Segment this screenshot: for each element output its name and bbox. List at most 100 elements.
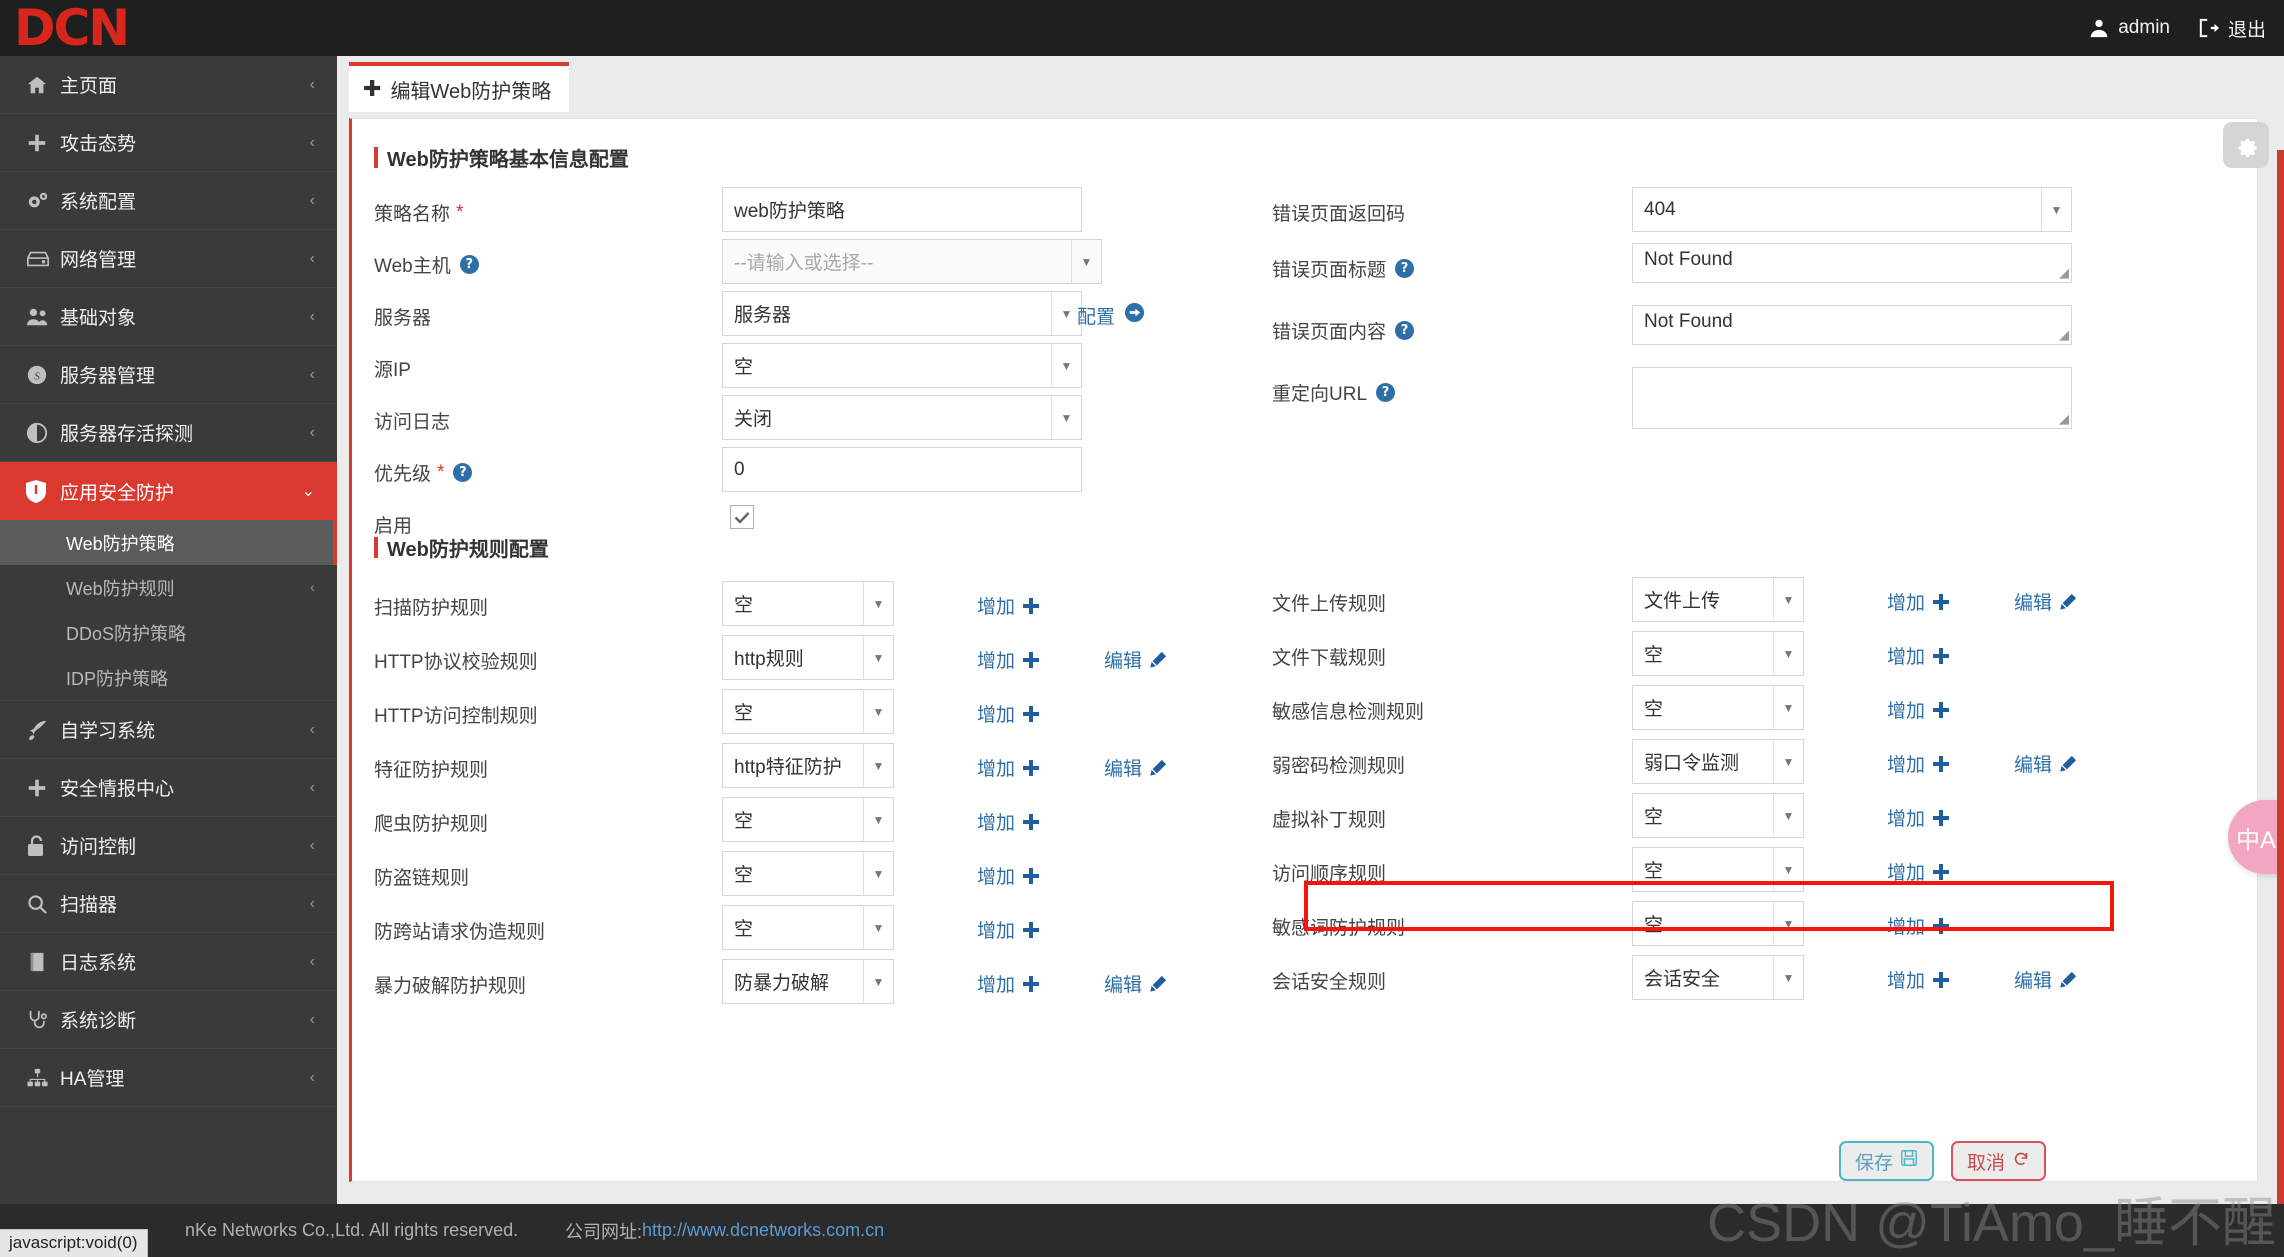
help-icon[interactable]: ? [453,463,473,482]
resize-grip-icon[interactable]: ◢ [2059,265,2069,281]
save-button[interactable]: 保存 [1839,1141,1935,1181]
rule-right-select-6[interactable]: 空 ▼ [1632,901,1804,946]
sidebar-item-13[interactable]: 系统诊断 ‹ [0,991,337,1049]
input-5[interactable]: 0 [722,447,1082,492]
add-label: 增加 [977,705,1016,726]
select-4[interactable]: 关闭 ▼ [722,395,1082,440]
sidebar-item-11[interactable]: 扫描器 ‹ [0,875,337,933]
rule-left-select-1[interactable]: http规则 ▼ [722,635,894,680]
chevron-down-icon: ▼ [863,690,893,733]
sidebar-subitem-0[interactable]: Web防护策略 [0,520,337,565]
rule-left-edit-3[interactable]: 编辑 [1104,754,1167,781]
sidebar-item-6[interactable]: 服务器存活探测 ‹ [0,404,337,462]
rule-right-select-5[interactable]: 空 ▼ [1632,847,1804,892]
rule-left-select-0[interactable]: 空 ▼ [722,581,894,626]
sidebar-item-14[interactable]: HA管理 ‹ [0,1049,337,1107]
sidebar-item-5[interactable]: S 服务器管理 ‹ [0,346,337,404]
rule-right-edit-7[interactable]: 编辑 [2014,966,2077,993]
rule-right-add-0[interactable]: 增加 [1887,588,1950,615]
rule-left-select-6[interactable]: 空 ▼ [722,905,894,950]
rule-left-edit-7[interactable]: 编辑 [1104,970,1167,997]
rule-right-add-2[interactable]: 增加 [1887,696,1950,723]
resize-grip-icon[interactable]: ◢ [2059,411,2069,427]
help-icon[interactable]: ? [1395,321,1415,340]
logout-button[interactable]: 退出 [2198,15,2266,42]
sidebar-item-2[interactable]: 系统配置 ‹ [0,172,337,230]
input-0[interactable]: web防护策略 [722,187,1082,232]
sidebar-item-7[interactable]: 应用安全防护 ⌄ [0,462,337,520]
rule-left-select-4[interactable]: 空 ▼ [722,797,894,842]
rule-left-edit-1[interactable]: 编辑 [1104,646,1167,673]
chevron-down-icon: ▼ [1071,240,1101,283]
help-icon[interactable]: ? [1376,383,1396,402]
top-bar-right: admin 退出 [2088,0,2266,56]
rule-right-add-4[interactable]: 增加 [1887,804,1950,831]
help-icon[interactable]: ? [459,255,479,274]
rule-right-edit-0[interactable]: 编辑 [2014,588,2077,615]
rule-right-select-2[interactable]: 空 ▼ [1632,685,1804,730]
gear-icon[interactable] [2223,122,2269,168]
sidebar-item-4[interactable]: 基础对象 ‹ [0,288,337,346]
enable-checkbox[interactable] [730,505,754,529]
rule-left-add-1[interactable]: 增加 [977,646,1040,673]
rule-right-add-5[interactable]: 增加 [1887,858,1950,885]
rule-left-add-3[interactable]: 增加 [977,754,1040,781]
rule-right-row-2: 敏感信息检测规则 [1272,697,1424,724]
select-value: 关闭 [734,409,773,430]
field-row-3: 源IP [374,355,411,382]
rule-left-add-4[interactable]: 增加 [977,808,1040,835]
sidebar-item-1[interactable]: 攻击态势 ‹ [0,114,337,172]
rule-left-add-6[interactable]: 增加 [977,916,1040,943]
configure-link[interactable]: 配置 [1077,302,1145,329]
user-menu[interactable]: admin [2088,17,2170,39]
rule-left-add-7[interactable]: 增加 [977,970,1040,997]
rule-left-select-2[interactable]: 空 ▼ [722,689,894,734]
field-label: 策略名称 [374,204,451,225]
rule-left-add-2[interactable]: 增加 [977,700,1040,727]
rule-right-select-4[interactable]: 空 ▼ [1632,793,1804,838]
rule-left-select-3[interactable]: http特征防护 ▼ [722,743,894,788]
footer-site-link[interactable]: http://www.dcnetworks.com.cn [642,1220,884,1241]
chevron-icon: ‹ [309,307,315,325]
sidebar-item-10[interactable]: 访问控制 ‹ [0,817,337,875]
rule-right-add-1[interactable]: 增加 [1887,642,1950,669]
rule-right-select-3[interactable]: 弱口令监测 ▼ [1632,739,1804,784]
tab-strip: ✚ 编辑Web防护策略 [337,56,2284,112]
select-2[interactable]: 服务器 ▼ [722,291,1082,336]
sidebar-item-12[interactable]: 日志系统 ‹ [0,933,337,991]
sidebar-item-8[interactable]: 自学习系统 ‹ [0,701,337,759]
sidebar-subitem-2[interactable]: DDoS防护策略 [0,610,337,655]
rule-left-select-7[interactable]: 防暴力破解 ▼ [722,959,894,1004]
select-right-0[interactable]: 404 ▼ [1632,187,2072,232]
sidebar-subitem-3[interactable]: IDP防护策略 [0,655,337,700]
rule-right-add-6[interactable]: 增加 [1887,912,1950,939]
rule-right-select-7[interactable]: 会话安全 ▼ [1632,955,1804,1000]
select-3[interactable]: 空 ▼ [722,343,1082,388]
rule-right-edit-3[interactable]: 编辑 [2014,750,2077,777]
add-label: 增加 [1887,755,1926,776]
add-label: 增加 [977,813,1016,834]
rule-left-add-5[interactable]: 增加 [977,862,1040,889]
sidebar-item-9[interactable]: 安全情报中心 ‹ [0,759,337,817]
rule-right-add-3[interactable]: 增加 [1887,750,1950,777]
textarea-right-1[interactable]: Not Found ◢ [1632,243,2072,283]
sidebar-subitem-1[interactable]: Web防护规则 ‹ [0,565,337,610]
rule-label: 防盗链规则 [374,868,470,889]
rule-right-select-0[interactable]: 文件上传 ▼ [1632,577,1804,622]
cancel-button[interactable]: 取消 [1951,1141,2047,1181]
rule-right-add-7[interactable]: 增加 [1887,966,1950,993]
help-icon[interactable]: ? [1395,259,1415,278]
rule-right-select-1[interactable]: 空 ▼ [1632,631,1804,676]
rule-left-add-0[interactable]: 增加 [977,592,1040,619]
tab-edit-web-policy[interactable]: ✚ 编辑Web防护策略 [349,62,570,112]
select-value: http特征防护 [734,757,842,778]
textarea-right-3[interactable]: ◢ [1632,367,2072,429]
textarea-right-2[interactable]: Not Found ◢ [1632,305,2072,345]
rule-left-select-5[interactable]: 空 ▼ [722,851,894,896]
pencil-icon [2059,971,2077,989]
select-1[interactable]: --请输入或选择-- ▼ [722,239,1102,284]
sidebar-item-0[interactable]: 主页面 ‹ [0,56,337,114]
rocket-icon [26,719,60,741]
resize-grip-icon[interactable]: ◢ [2059,327,2069,343]
sidebar-item-3[interactable]: 网络管理 ‹ [0,230,337,288]
